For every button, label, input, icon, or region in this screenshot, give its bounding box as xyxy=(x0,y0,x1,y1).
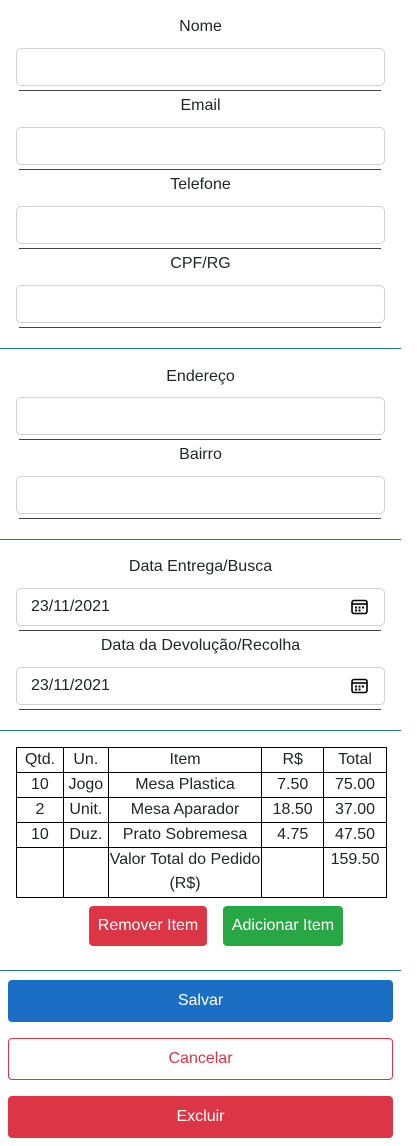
cell-item: Mesa Aparador xyxy=(107,797,263,823)
data-devolucao-value: 23/11/2021 xyxy=(31,677,110,694)
table-header-row: Qtd. Un. Item R$ Total xyxy=(16,747,387,773)
data-devolucao-underline xyxy=(19,709,381,710)
header-qtd: Qtd. xyxy=(16,747,64,773)
cell-price: 4.75 xyxy=(261,822,325,848)
telefone-input[interactable] xyxy=(16,206,385,244)
data-entrega-underline xyxy=(19,630,381,631)
table-row[interactable]: 2 Unit. Mesa Aparador 18.50 37.00 xyxy=(16,797,387,823)
cell-empty xyxy=(16,847,64,898)
cell-total: 75.00 xyxy=(323,772,387,798)
add-item-button[interactable]: Adicionar Item xyxy=(223,906,343,946)
header-item: Item xyxy=(107,747,263,773)
cell-total: 37.00 xyxy=(323,797,387,823)
header-price: R$ xyxy=(261,747,325,773)
section-divider xyxy=(0,348,401,349)
cell-price: 18.50 xyxy=(261,797,325,823)
cpf-underline xyxy=(19,327,381,328)
cell-item: Mesa Plastica xyxy=(107,772,263,798)
items-table: Qtd. Un. Item R$ Total 10 Jogo Mesa Plas… xyxy=(16,747,387,898)
endereco-label: Endereço xyxy=(166,368,235,385)
cell-total: 47.50 xyxy=(323,822,387,848)
header-un: Un. xyxy=(62,747,109,773)
bairro-label: Bairro xyxy=(179,446,222,463)
cancel-button[interactable]: Cancelar xyxy=(8,1038,393,1080)
table-row[interactable]: 10 Jogo Mesa Plastica 7.50 75.00 xyxy=(16,772,387,798)
cpf-input[interactable] xyxy=(16,285,385,323)
cell-un: Unit. xyxy=(62,797,109,823)
cell-empty xyxy=(62,847,109,898)
cell-price: 7.50 xyxy=(261,772,325,798)
remove-item-button[interactable]: Remover Item xyxy=(89,906,207,946)
cell-un: Jogo xyxy=(62,772,109,798)
calendar-icon[interactable] xyxy=(351,599,368,615)
cell-qtd: 10 xyxy=(16,822,64,848)
nome-input[interactable] xyxy=(16,48,385,86)
data-entrega-input[interactable]: 23/11/2021 xyxy=(16,588,385,626)
section-divider xyxy=(0,539,401,540)
nome-underline xyxy=(19,90,381,91)
cell-item: Prato Sobremesa xyxy=(107,822,263,848)
cpf-label: CPF/RG xyxy=(170,255,231,272)
endereco-underline xyxy=(19,439,381,440)
email-underline xyxy=(19,169,381,170)
cell-qtd: 2 xyxy=(16,797,64,823)
header-total: Total xyxy=(323,747,387,773)
cell-qtd: 10 xyxy=(16,772,64,798)
telefone-underline xyxy=(19,248,381,249)
bairro-underline xyxy=(19,518,381,519)
email-label: Email xyxy=(180,97,221,114)
section-divider xyxy=(0,970,401,971)
delete-button[interactable]: Excluir xyxy=(8,1096,393,1138)
data-devolucao-label: Data da Devolução/Recolha xyxy=(100,637,301,654)
data-devolucao-input[interactable]: 23/11/2021 xyxy=(16,667,385,705)
nome-label: Nome xyxy=(179,18,222,35)
telefone-label: Telefone xyxy=(170,176,231,193)
data-entrega-value: 23/11/2021 xyxy=(31,598,110,615)
section-divider xyxy=(0,730,401,731)
email-input[interactable] xyxy=(16,127,385,165)
bairro-input[interactable] xyxy=(16,476,385,514)
total-label: Valor Total do Pedido (R$) xyxy=(107,847,263,898)
cell-un: Duz. xyxy=(62,822,109,848)
calendar-icon[interactable] xyxy=(351,678,368,694)
endereco-input[interactable] xyxy=(16,397,385,435)
cell-empty xyxy=(261,847,325,898)
table-row[interactable]: 10 Duz. Prato Sobremesa 4.75 47.50 xyxy=(16,822,387,848)
save-button[interactable]: Salvar xyxy=(8,980,393,1022)
total-value: 159.50 xyxy=(323,847,387,898)
table-total-row: Valor Total do Pedido (R$) 159.50 xyxy=(16,847,387,898)
data-entrega-label: Data Entrega/Busca xyxy=(128,558,273,575)
